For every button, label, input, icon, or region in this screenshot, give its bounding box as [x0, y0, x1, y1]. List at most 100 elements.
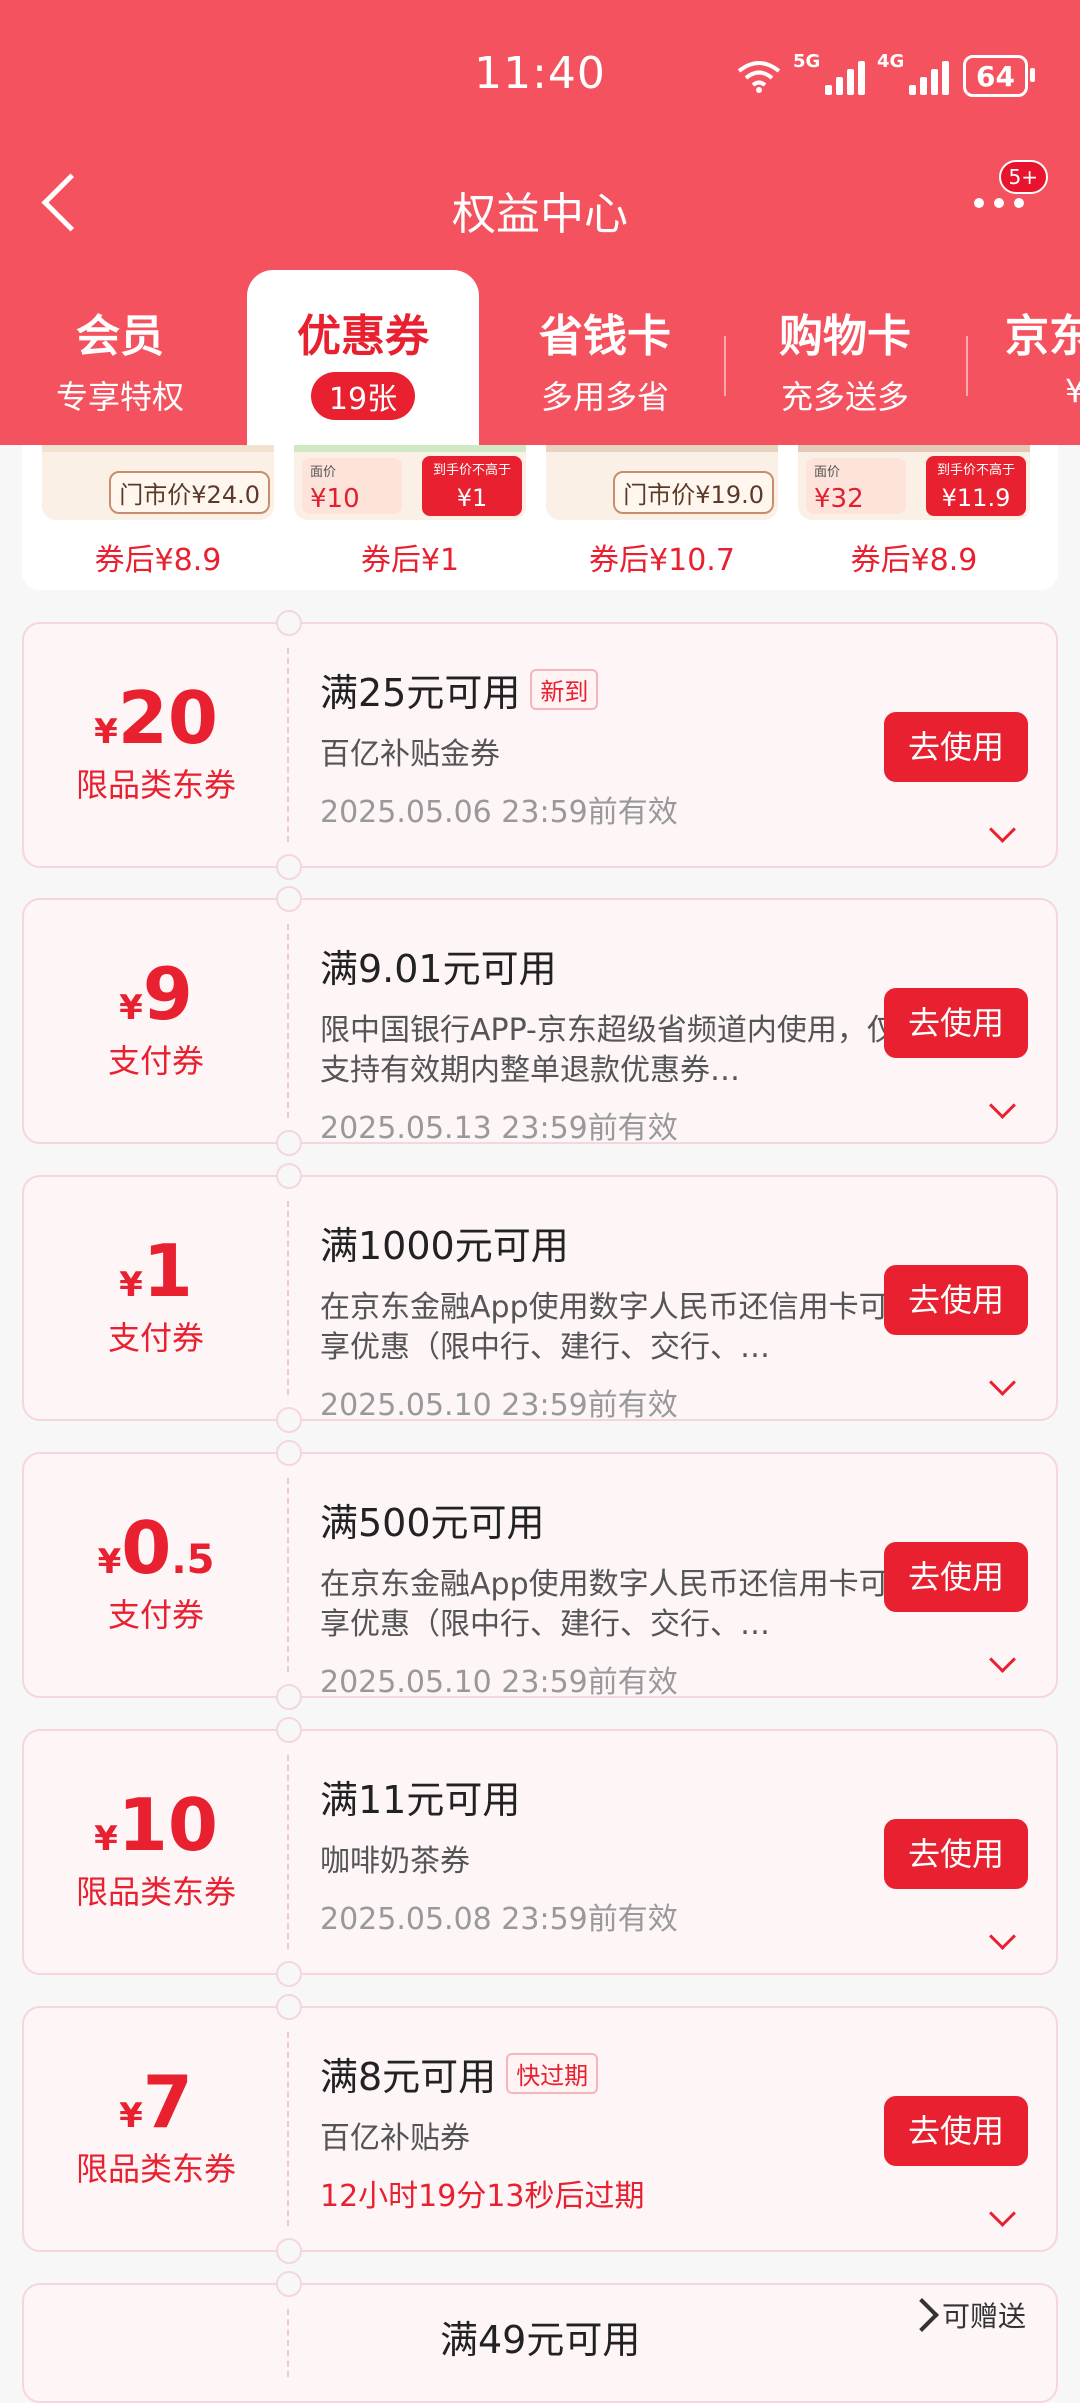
signal-4g-icon: 4G: [877, 51, 950, 95]
coupon-card: ¥9 支付券 满9.01元可用 限中国银行APP-京东超级省频道内使用，仅支持有…: [22, 886, 1058, 1156]
final-price-label: 到手价不高于: [432, 463, 511, 478]
use-coupon-button[interactable]: 去使用: [884, 712, 1028, 782]
market-price: 门市价¥24.0: [109, 471, 270, 514]
tab-label: 会员: [76, 311, 164, 362]
coupon-desc: 在京东金融App使用数字人民币还信用卡可享优惠（限中行、建行、交行、…: [320, 1290, 889, 1365]
coupon-type: 支付券: [107, 1042, 204, 1080]
coupon-countdown: 12小时19分13秒后过期: [320, 2179, 645, 2214]
coupon-desc: 百亿补贴券: [320, 2121, 470, 2156]
expiring-tag: 快过期: [506, 2053, 599, 2094]
tab-divider: [966, 336, 968, 396]
chevron-down-icon[interactable]: [989, 1092, 1016, 1119]
face-value-box: 面价 ¥32: [806, 458, 906, 514]
price-after-coupon: 券后¥1: [360, 543, 460, 578]
price-after-coupon: 券后¥8.9: [850, 543, 978, 578]
tab-label: 购物卡: [779, 311, 911, 362]
price-after-coupon: 券后¥8.9: [94, 543, 222, 578]
final-price-label: 到手价不高于: [936, 463, 1015, 478]
use-coupon-button[interactable]: 去使用: [884, 988, 1028, 1058]
coupon-expiry: 2025.05.06 23:59前有效: [320, 795, 678, 830]
tab-coupons[interactable]: 优惠券 19张: [247, 270, 479, 445]
coupon-condition: 满500元可用: [320, 1501, 545, 1545]
coupon-expiry: 2025.05.13 23:59前有效: [320, 1111, 678, 1146]
wifi-icon: [737, 59, 781, 93]
coupon-expiry: 2025.05.10 23:59前有效: [320, 1388, 678, 1423]
tab-jd[interactable]: 京东 ¥: [1005, 270, 1080, 410]
header: 11:40 5G 4G 64 权益中心 5+ 会员 专享特权 优惠券 19张 省…: [0, 0, 1080, 445]
coupon-amount: ¥1: [119, 1229, 193, 1313]
coupon-card: ¥0.5 支付券 满500元可用 在京东金融App使用数字人民币还信用卡可享优惠…: [22, 1440, 1058, 1710]
coupon-card: ¥1 支付券 满1000元可用 在京东金融App使用数字人民币还信用卡可享优惠（…: [22, 1163, 1058, 1433]
face-value-label: 面价: [310, 465, 337, 480]
new-tag: 新到: [530, 669, 599, 710]
final-price-box: 到手价不高于 ¥11.9: [926, 456, 1026, 516]
coupon-card: 满49元可用 可赠送: [22, 2271, 1058, 2403]
face-value-box: 面价 ¥10: [302, 458, 402, 514]
coupon-type: 限品类东券: [75, 766, 236, 804]
face-value: ¥10: [310, 484, 360, 514]
coupon-desc: 咖啡奶茶券: [320, 1844, 470, 1879]
tab-sub: 充多送多: [780, 378, 909, 416]
gift-button[interactable]: 可赠送: [905, 2295, 1026, 2335]
coupon-card: ¥7 限品类东券 满8元可用 快过期 百亿补贴券 12小时19分13秒后过期 去使…: [22, 1994, 1058, 2264]
coupon-condition: 满1000元可用: [320, 1224, 569, 1268]
coupon-card: ¥20 限品类东券 满25元可用 新到 百亿补贴金券 2025.05.06 23:…: [22, 610, 1058, 880]
coupon-amount: ¥7: [119, 2060, 193, 2144]
share-arrow-icon: [905, 2298, 939, 2332]
market-price: 门市价¥19.0: [613, 471, 774, 514]
face-value: ¥32: [814, 484, 864, 514]
coupon-desc: 在京东金融App使用数字人民币还信用卡可享优惠（限中行、建行、交行、…: [320, 1567, 889, 1642]
use-coupon-button[interactable]: 去使用: [884, 1819, 1028, 1889]
price-after-coupon: 券后¥10.7: [589, 543, 735, 578]
tab-sub: ¥: [1065, 372, 1080, 410]
chevron-down-icon[interactable]: [989, 1369, 1016, 1396]
coupon-amount: ¥0.5: [97, 1506, 215, 1590]
coupon-amount: ¥10: [94, 1783, 218, 1867]
tab-divider: [724, 336, 726, 396]
signal-5g-icon: 5G: [793, 51, 866, 95]
page-title: 权益中心: [452, 189, 628, 240]
coupon-amount: ¥9: [119, 952, 193, 1036]
gift-label: 可赠送: [941, 2300, 1026, 2333]
more-menu-icon[interactable]: [974, 198, 1024, 208]
coupon-condition: 满25元可用 新到: [320, 662, 900, 717]
coupon-expiry: 2025.05.08 23:59前有效: [320, 1902, 678, 1937]
battery-icon: 64: [963, 55, 1035, 97]
product-strip: 门市价¥24.0 券后¥8.9 面价 ¥10 到手价不高于 ¥1 券后¥1 门市…: [22, 420, 1058, 590]
tab-count-badge: 19张: [310, 372, 416, 420]
chevron-down-icon[interactable]: [989, 1646, 1016, 1673]
tab-shopping-card[interactable]: 购物卡 充多送多: [745, 270, 945, 418]
coupon-condition: 满8元可用 快过期: [320, 2046, 900, 2101]
net-4g-label: 4G: [877, 51, 905, 72]
tab-saving-card[interactable]: 省钱卡 多用多省: [505, 270, 705, 418]
final-price: ¥1: [456, 484, 488, 512]
face-value-label: 面价: [814, 465, 841, 480]
coupon-card: ¥10 限品类东券 满11元可用 咖啡奶茶券 2025.05.08 23:59前…: [22, 1717, 1058, 1987]
tab-sub: 多用多省: [540, 378, 669, 416]
chevron-down-icon[interactable]: [989, 816, 1016, 843]
use-coupon-button[interactable]: 去使用: [884, 1542, 1028, 1612]
nav-bar: 权益中心 5+: [0, 160, 1080, 250]
tab-member[interactable]: 会员 专享特权: [20, 270, 220, 418]
coupon-desc: 限中国银行APP-京东超级省频道内使用，仅支持有效期内整单退款优惠券…: [320, 1013, 897, 1088]
notification-badge: 5+: [998, 160, 1048, 194]
status-icons: 5G 4G 64: [737, 51, 1035, 100]
coupon-type: 限品类东券: [75, 1873, 236, 1911]
use-coupon-button[interactable]: 去使用: [884, 2096, 1028, 2166]
chevron-down-icon[interactable]: [989, 2200, 1016, 2227]
tab-sub: 专享特权: [55, 378, 184, 416]
coupon-amount-area: ¥20 限品类东券: [24, 624, 288, 866]
coupon-condition: 满9.01元可用: [320, 947, 557, 991]
net-5g-label: 5G: [793, 51, 821, 72]
coupon-type: 支付券: [107, 1596, 204, 1634]
coupon-condition: 满11元可用: [320, 1778, 521, 1822]
tab-label: 省钱卡: [539, 311, 671, 362]
chevron-down-icon[interactable]: [989, 1923, 1016, 1950]
tab-label: 优惠券: [297, 311, 429, 362]
coupon-type: 限品类东券: [75, 2150, 236, 2188]
use-coupon-button[interactable]: 去使用: [884, 1265, 1028, 1335]
final-price-box: 到手价不高于 ¥1: [422, 456, 522, 516]
coupon-desc: 百亿补贴金券: [320, 737, 500, 772]
coupon-type: 支付券: [107, 1319, 204, 1357]
coupon-expiry: 2025.05.10 23:59前有效: [320, 1665, 678, 1700]
